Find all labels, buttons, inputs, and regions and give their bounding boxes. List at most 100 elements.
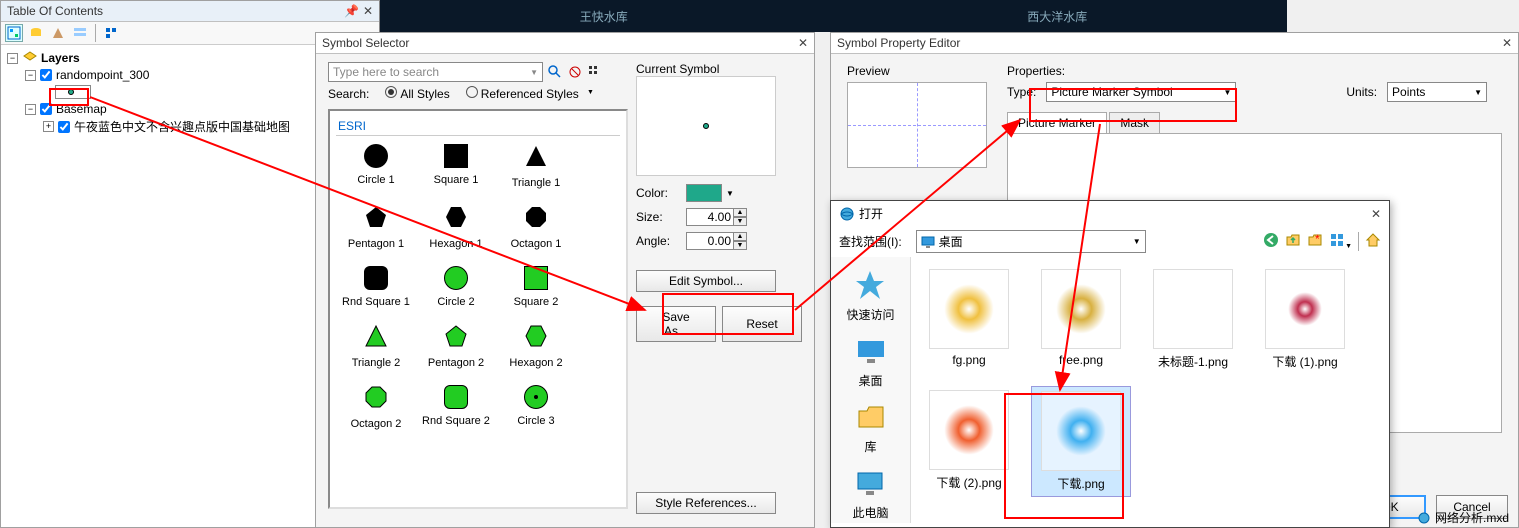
symbol-selector-title: Symbol Selector bbox=[322, 36, 409, 50]
options-icon[interactable] bbox=[102, 24, 120, 42]
collapse-toggle[interactable]: − bbox=[25, 70, 36, 81]
file-item[interactable]: 下载 (2).png bbox=[919, 386, 1019, 497]
search-label: Search: bbox=[328, 87, 369, 101]
symbol-circle-1[interactable]: Circle 1 bbox=[336, 136, 416, 197]
home-icon[interactable] bbox=[1365, 232, 1381, 251]
save-as-button[interactable]: Save As... bbox=[636, 306, 716, 342]
sidebar-libraries[interactable]: 库 bbox=[855, 401, 887, 455]
file-name: 下载 (2).png bbox=[923, 474, 1015, 491]
new-folder-icon[interactable]: * bbox=[1307, 232, 1323, 251]
collapse-toggle[interactable]: − bbox=[25, 104, 36, 115]
desktop-icon bbox=[921, 235, 935, 249]
radio-referenced-styles[interactable]: Referenced Styles bbox=[466, 86, 579, 101]
size-spinner[interactable]: ▲▼ bbox=[733, 208, 747, 226]
globe-icon bbox=[1417, 511, 1431, 525]
file-item[interactable]: free.png bbox=[1031, 265, 1131, 374]
color-picker[interactable] bbox=[686, 184, 722, 202]
symbol-square-2[interactable]: Square 2 bbox=[496, 258, 576, 316]
chevron-down-icon[interactable]: ▼ bbox=[1133, 237, 1141, 246]
tab-mask[interactable]: Mask bbox=[1109, 112, 1160, 133]
symbol-octagon-1[interactable]: Octagon 1 bbox=[496, 197, 576, 258]
symbol-hexagon-1[interactable]: Hexagon 1 bbox=[416, 197, 496, 258]
expand-toggle[interactable]: + bbox=[43, 121, 54, 132]
view-menu-icon[interactable]: ▼ bbox=[1329, 232, 1352, 251]
file-name: 下载.png bbox=[1036, 475, 1126, 492]
symbol-circle-2[interactable]: Circle 2 bbox=[416, 258, 496, 316]
point-symbol-swatch[interactable] bbox=[55, 85, 91, 99]
symbol-pentagon-1[interactable]: Pentagon 1 bbox=[336, 197, 416, 258]
spe-header: Symbol Property Editor ✕ bbox=[831, 33, 1518, 54]
sidebar-this-pc[interactable]: 此电脑 bbox=[852, 467, 888, 521]
symbol-pentagon-2[interactable]: Pentagon 2 bbox=[416, 316, 496, 377]
pin-icon[interactable]: 📌 bbox=[344, 4, 359, 18]
current-symbol-label: Current Symbol bbox=[636, 62, 802, 76]
edit-symbol-button[interactable]: Edit Symbol... bbox=[636, 270, 776, 292]
file-open-dialog: 打开 ✕ 查找范围(I): 桌面 ▼ * ▼ 快速访问 桌面 bbox=[830, 200, 1390, 528]
symbol-octagon-2[interactable]: Octagon 2 bbox=[336, 377, 416, 438]
search-placeholder: Type here to search bbox=[333, 65, 439, 79]
angle-input[interactable] bbox=[686, 232, 734, 250]
svg-text:*: * bbox=[1315, 232, 1320, 246]
file-item[interactable]: 下载 (1).png bbox=[1255, 265, 1355, 374]
chevron-down-icon[interactable]: ▼ bbox=[530, 68, 538, 77]
file-item[interactable]: fg.png bbox=[919, 265, 1019, 374]
file-item[interactable]: 未标题-1.png bbox=[1143, 265, 1243, 374]
style-group-label: ESRI bbox=[336, 117, 620, 136]
layers-root-label: Layers bbox=[41, 51, 80, 65]
symbol-triangle-2[interactable]: Triangle 2 bbox=[336, 316, 416, 377]
radio-all-styles[interactable]: All Styles bbox=[385, 86, 449, 101]
catalog-footer-item[interactable]: 网络分析.mxd bbox=[1417, 509, 1509, 526]
collapse-toggle[interactable]: − bbox=[7, 53, 18, 64]
units-dropdown[interactable]: Points ▼ bbox=[1387, 82, 1487, 102]
up-folder-icon[interactable] bbox=[1285, 232, 1301, 251]
sidebar-quick-access[interactable]: 快速访问 bbox=[846, 269, 894, 323]
file-name: fg.png bbox=[923, 353, 1015, 367]
file-name: free.png bbox=[1035, 353, 1127, 367]
list-by-drawing-order-icon[interactable] bbox=[5, 24, 23, 42]
symbol-triangle-1[interactable]: Triangle 1 bbox=[496, 136, 576, 197]
close-icon[interactable]: ✕ bbox=[1371, 207, 1381, 221]
layers-icon bbox=[22, 50, 38, 66]
file-list-area[interactable]: fg.png free.png 未标题-1.png 下载 (1).png 下载 … bbox=[911, 257, 1389, 523]
file-name: 未标题-1.png bbox=[1147, 353, 1239, 370]
layer-visibility-checkbox[interactable] bbox=[40, 103, 52, 115]
scope-value: 桌面 bbox=[939, 233, 963, 250]
symbol-rnd-square-1[interactable]: Rnd Square 1 bbox=[336, 258, 416, 316]
type-dropdown[interactable]: Picture Marker Symbol ▼ bbox=[1046, 82, 1236, 102]
list-by-source-icon[interactable] bbox=[27, 24, 45, 42]
list-by-selection-icon[interactable] bbox=[71, 24, 89, 42]
search-icon[interactable] bbox=[547, 64, 563, 80]
reset-search-icon[interactable] bbox=[567, 64, 583, 80]
layer-visibility-checkbox[interactable] bbox=[58, 121, 70, 133]
close-icon[interactable]: ✕ bbox=[363, 4, 373, 18]
list-by-visibility-icon[interactable] bbox=[49, 24, 67, 42]
angle-spinner[interactable]: ▲▼ bbox=[733, 232, 747, 250]
style-references-button[interactable]: Style References... bbox=[636, 492, 776, 514]
search-input[interactable]: Type here to search ▼ bbox=[328, 62, 543, 82]
scope-dropdown[interactable]: 桌面 ▼ bbox=[916, 230, 1146, 253]
size-input[interactable] bbox=[686, 208, 734, 226]
view-list-icon[interactable]: ▼ bbox=[587, 64, 603, 80]
symbol-square-1[interactable]: Square 1 bbox=[416, 136, 496, 197]
symbol-rnd-square-2[interactable]: Rnd Square 2 bbox=[416, 377, 496, 438]
close-icon[interactable]: ✕ bbox=[1502, 36, 1512, 50]
layer-visibility-checkbox[interactable] bbox=[40, 69, 52, 81]
chevron-down-icon[interactable]: ▼ bbox=[1223, 88, 1231, 97]
chevron-down-icon[interactable]: ▼ bbox=[1474, 88, 1482, 97]
back-icon[interactable] bbox=[1263, 232, 1279, 251]
symbol-hexagon-2[interactable]: Hexagon 2 bbox=[496, 316, 576, 377]
tab-picture-marker[interactable]: Picture Marker bbox=[1007, 112, 1107, 133]
scope-label: 查找范围(I): bbox=[839, 233, 902, 250]
type-label: Type: bbox=[1007, 85, 1036, 99]
file-item-selected[interactable]: 下载.png bbox=[1031, 386, 1131, 497]
symbol-circle-3[interactable]: Circle 3 bbox=[496, 377, 576, 438]
units-label: Units: bbox=[1346, 85, 1377, 99]
file-name: 下载 (1).png bbox=[1259, 353, 1351, 370]
reset-button[interactable]: Reset bbox=[722, 306, 802, 342]
map-viewport[interactable]: 王快水库 西大洋水库 bbox=[380, 0, 1287, 32]
close-icon[interactable]: ✕ bbox=[798, 36, 808, 50]
symbol-grid[interactable]: ESRI Circle 1 Square 1 Triangle 1 Pentag… bbox=[328, 109, 628, 509]
sidebar-desktop[interactable]: 桌面 bbox=[855, 335, 887, 389]
spe-title: Symbol Property Editor bbox=[837, 36, 960, 50]
chevron-down-icon[interactable]: ▼ bbox=[726, 189, 734, 198]
